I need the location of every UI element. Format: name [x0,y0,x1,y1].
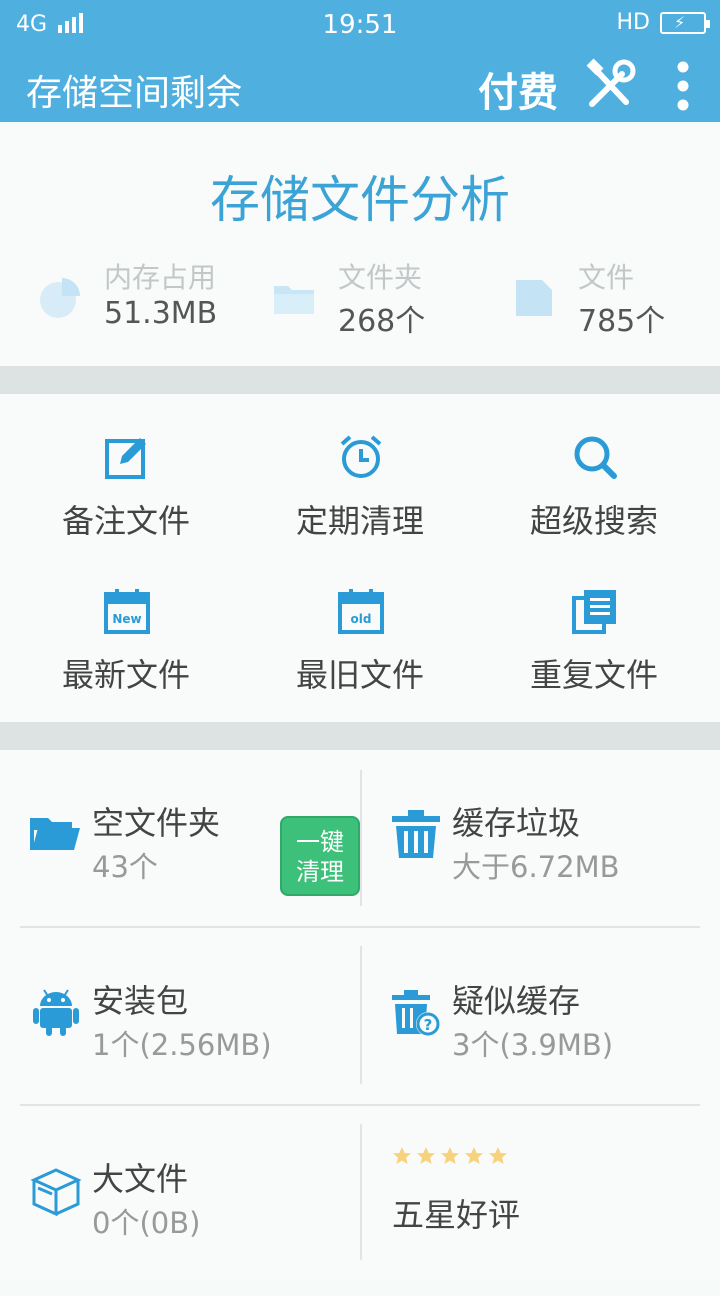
calendar-badge: old [351,612,372,626]
feature-duplicate-files[interactable]: 重复文件 [474,588,714,718]
edit-icon [105,438,146,479]
tools-icon[interactable] [582,58,638,114]
category-subtitle: 大于6.72MB [452,850,620,884]
duplicate-files-icon [572,590,616,634]
stat-label: 文件夹 [338,261,423,294]
alarm-icon [340,435,382,478]
features-card: 备注文件 定期清理 超级搜索 New 最新文件 old 最旧文件 重复文件 [0,394,720,722]
star-icon [489,1147,507,1164]
feature-newest-files[interactable]: New 最新文件 [6,588,246,718]
category-subtitle: 3个(3.9MB) [452,1028,614,1062]
category-title: 疑似缓存 [452,982,581,1020]
category-title: 安装包 [92,982,189,1020]
category-title: 缓存垃圾 [452,804,581,842]
feature-label: 最新文件 [61,656,190,694]
feature-label: 最旧文件 [295,656,424,694]
pie-chart-icon [40,278,80,318]
star-icon [417,1147,435,1164]
feature-super-search[interactable]: 超级搜索 [474,434,714,564]
folder-icon [274,286,314,314]
feature-label: 备注文件 [61,502,190,540]
file-icon [516,280,552,316]
category-cache-junk[interactable]: 缓存垃圾 大于6.72MB [390,768,720,918]
category-large-files[interactable]: 大文件 0个(0B) [30,1124,370,1274]
stat-label: 内存占用 [104,261,217,294]
feature-label: 定期清理 [295,502,424,540]
clock: 19:51 [322,10,398,40]
open-folder-icon [30,818,80,850]
pay-button[interactable]: 付费 [478,60,558,118]
category-suspected-cache[interactable]: ? 疑似缓存 3个(3.9MB) [390,946,720,1096]
analysis-title: 存储文件分析 [210,171,510,229]
five-star-rating[interactable]: 五星好评 [360,1146,700,1296]
hd-indicator: HD [616,10,650,35]
category-subtitle: 43个 [92,850,158,884]
box-icon [30,1168,82,1216]
category-title: 空文件夹 [92,804,221,842]
category-title: 大文件 [92,1160,189,1198]
feature-label: 重复文件 [529,656,658,694]
clean-button-line1: 一键 [296,828,344,856]
calendar-new-icon: New [104,589,150,634]
status-bar: 4G 19:51 HD ⚡ [0,0,720,50]
analysis-card: 存储文件分析 内存占用 51.3MB 文件夹 268个 文件 785个 [0,122,720,366]
android-icon [33,989,79,1036]
feature-label: 超级搜索 [529,502,658,540]
divider [0,722,720,750]
feature-oldest-files[interactable]: old 最旧文件 [240,588,480,718]
feature-notes[interactable]: 备注文件 [6,434,246,564]
calendar-badge: New [112,612,141,626]
more-menu-icon[interactable] [670,60,696,112]
stat-value: 785个 [578,304,666,339]
search-icon [574,436,617,479]
category-subtitle: 1个(2.56MB) [92,1028,272,1062]
star-icon [441,1147,459,1164]
categories-card: 空文件夹 43个 一键 清理 缓存垃圾 大于6.72MB 安装包 1个(2.56… [0,750,720,1280]
category-install-packages[interactable]: 安装包 1个(2.56MB) [30,946,370,1096]
stat-value: 51.3MB [104,296,218,331]
rating-stars [392,1146,508,1166]
toolbar-title[interactable]: 存储空间剩余 [26,64,242,116]
stat-value: 268个 [338,304,426,339]
clean-button-line2: 清理 [296,858,344,886]
horizontal-divider [20,926,700,928]
trash-question-icon: ? [392,990,440,1036]
one-click-clean-button[interactable]: 一键 清理 [280,816,360,896]
svg-text:?: ? [424,1016,433,1034]
calendar-old-icon: old [338,589,384,634]
category-empty-folders[interactable]: 空文件夹 43个 一键 清理 [30,768,370,918]
feature-scheduled-clean[interactable]: 定期清理 [240,434,480,564]
rating-label: 五星好评 [392,1196,521,1234]
star-icon [465,1147,483,1164]
divider [0,366,720,394]
trash-icon [392,810,440,858]
category-subtitle: 0个(0B) [92,1206,201,1240]
star-icon [393,1147,411,1164]
horizontal-divider [20,1104,700,1106]
stat-label: 文件 [578,261,635,294]
app-toolbar: 存储空间剩余 付费 [0,50,720,122]
battery-icon: ⚡ [660,11,710,34]
